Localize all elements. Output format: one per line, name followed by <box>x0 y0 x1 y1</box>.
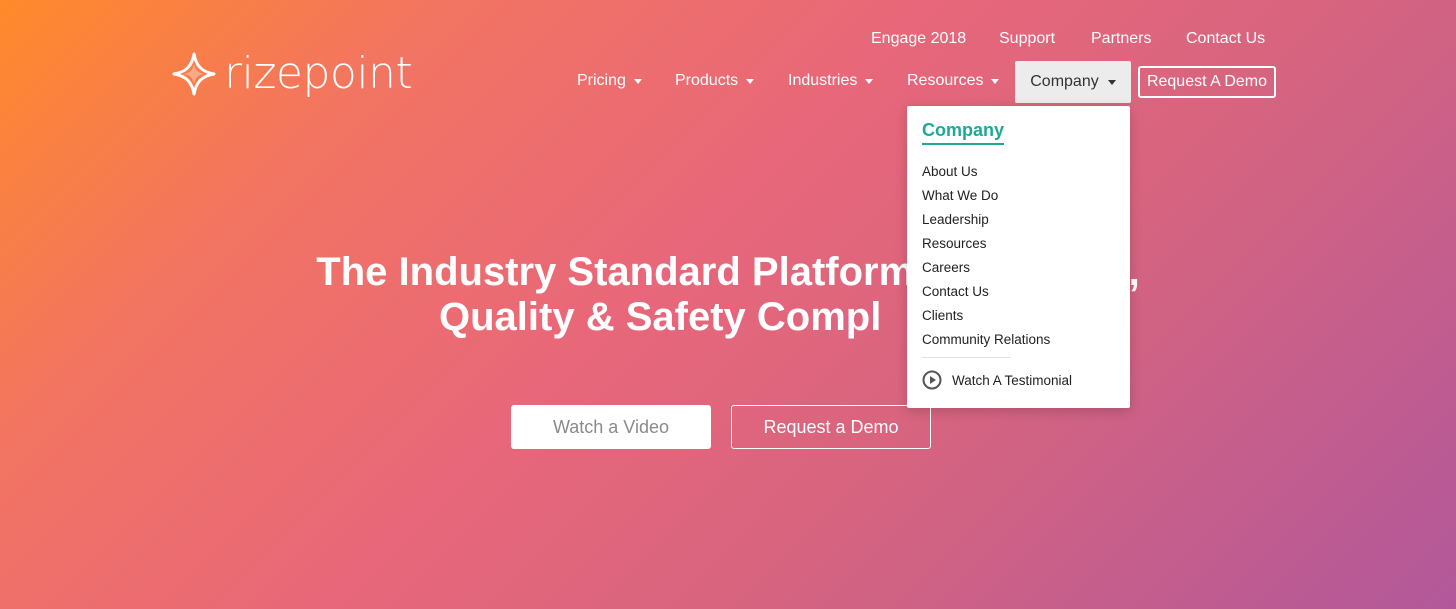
company-dropdown-menu: Company About Us What We Do Leadership R… <box>907 106 1130 408</box>
nav-pricing-label: Pricing <box>577 72 626 89</box>
dropdown-item-what-we-do[interactable]: What We Do <box>922 184 1050 208</box>
caret-down-icon <box>865 78 874 84</box>
caret-down-icon <box>991 78 1000 84</box>
watch-testimonial-label: Watch A Testimonial <box>952 372 1073 388</box>
dropdown-item-careers[interactable]: Careers <box>922 256 1050 280</box>
nav-resources[interactable]: Resources <box>907 72 1000 90</box>
nav-industries-label: Industries <box>788 72 858 89</box>
brand-name: rizepoint <box>224 48 413 99</box>
nav-products[interactable]: Products <box>675 72 755 90</box>
caret-down-icon <box>1107 79 1116 85</box>
hero-headline-line2: Quality & Safety Compl <box>0 295 1456 340</box>
utility-nav: Engage 2018 Support Partners Contact Us <box>0 30 1456 52</box>
caret-down-icon <box>746 78 755 84</box>
dropdown-item-community-relations[interactable]: Community Relations <box>922 328 1050 352</box>
nav-contact-us[interactable]: Contact Us <box>1186 30 1265 48</box>
nav-request-demo-button[interactable]: Request A Demo <box>1138 66 1276 98</box>
nav-industries[interactable]: Industries <box>788 72 874 90</box>
nav-company[interactable]: Company <box>1015 61 1131 103</box>
nav-products-label: Products <box>675 72 739 89</box>
dropdown-item-resources[interactable]: Resources <box>922 232 1050 256</box>
watch-video-button[interactable]: Watch a Video <box>511 405 711 449</box>
hero-headline-line2-left: Quality & Safety Compl <box>439 295 882 339</box>
nav-company-label: Company <box>1030 73 1099 90</box>
nav-pricing[interactable]: Pricing <box>577 72 642 90</box>
caret-down-icon <box>633 78 642 84</box>
dropdown-item-leadership[interactable]: Leadership <box>922 208 1050 232</box>
dropdown-divider <box>922 357 1011 358</box>
dropdown-item-contact-us[interactable]: Contact Us <box>922 280 1050 304</box>
dropdown-item-clients[interactable]: Clients <box>922 304 1050 328</box>
nav-partners[interactable]: Partners <box>1091 30 1151 48</box>
hero-headline: The Industry Standard Platformd, Quality… <box>0 250 1456 340</box>
nav-resources-label: Resources <box>907 72 984 89</box>
hero-headline-line1: The Industry Standard Platformd, <box>0 250 1456 295</box>
watch-testimonial-link[interactable]: Watch A Testimonial <box>922 370 1072 390</box>
nav-engage-2018[interactable]: Engage 2018 <box>871 30 966 48</box>
play-circle-icon <box>922 370 942 390</box>
brand-logo[interactable]: rizepoint <box>172 48 413 99</box>
request-demo-button[interactable]: Request a Demo <box>731 405 931 449</box>
dropdown-title: Company <box>922 120 1005 145</box>
nav-support[interactable]: Support <box>999 30 1055 48</box>
hero-headline-line1-left: The Industry Standard Platform <box>316 250 915 294</box>
sparkle-logo-icon <box>172 52 216 96</box>
dropdown-list: About Us What We Do Leadership Resources… <box>922 160 1050 352</box>
dropdown-item-about-us[interactable]: About Us <box>922 160 1050 184</box>
